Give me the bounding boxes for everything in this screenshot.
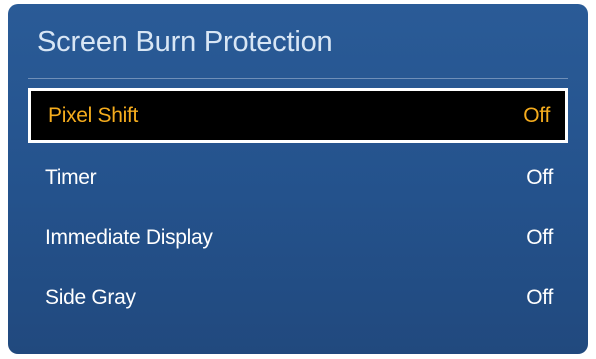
menu-item-timer[interactable]: Timer Off [28, 148, 568, 208]
menu-item-immediate-display[interactable]: Immediate Display Off [28, 208, 568, 268]
menu-item-side-gray[interactable]: Side Gray Off [28, 268, 568, 328]
menu-item-pixel-shift[interactable]: Pixel Shift Off [28, 88, 568, 143]
panel-title: Screen Burn Protection [37, 26, 333, 58]
menu-item-label: Side Gray [45, 286, 136, 309]
screen-burn-protection-panel: Screen Burn Protection Pixel Shift Off T… [8, 4, 588, 354]
menu-item-value: Off [526, 166, 553, 189]
title-divider [28, 78, 568, 79]
menu-item-label: Immediate Display [45, 226, 213, 249]
menu-item-label: Pixel Shift [48, 103, 139, 127]
settings-menu: Pixel Shift Off Timer Off Immediate Disp… [28, 88, 568, 328]
menu-item-label: Timer [45, 166, 97, 189]
menu-item-value: Off [523, 103, 550, 127]
menu-item-value: Off [526, 226, 553, 249]
menu-item-value: Off [526, 286, 553, 309]
